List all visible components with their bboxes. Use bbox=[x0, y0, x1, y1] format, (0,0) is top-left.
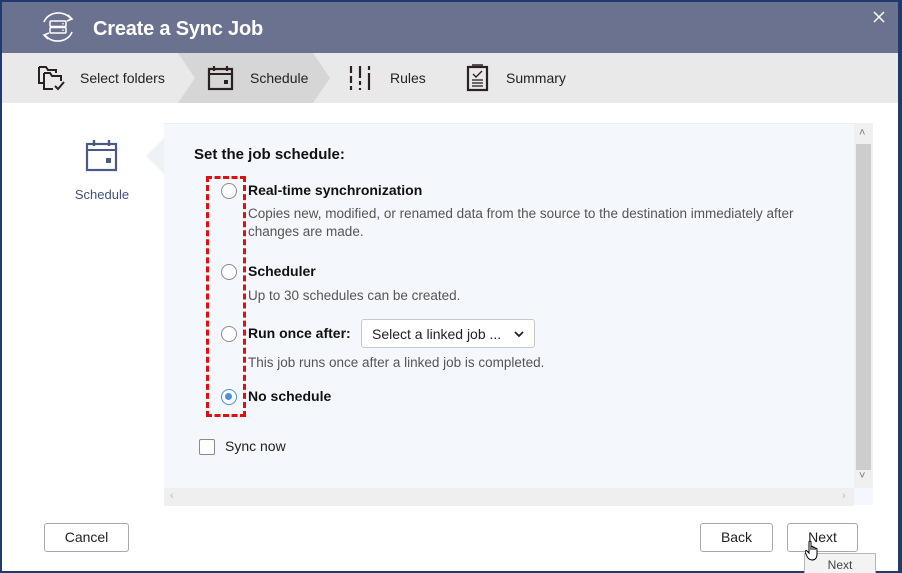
scroll-right-icon[interactable]: › bbox=[842, 490, 846, 502]
cancel-button[interactable]: Cancel bbox=[44, 523, 129, 552]
create-sync-job-dialog: Create a Sync Job Select folders Schedul… bbox=[2, 2, 898, 571]
option-description-scheduler: Up to 30 schedules can be created. bbox=[248, 288, 461, 303]
scrollbar-thumb[interactable] bbox=[856, 144, 871, 470]
scroll-left-icon[interactable]: ‹ bbox=[170, 490, 174, 502]
option-description-run-once: This job runs once after a linked job is… bbox=[248, 355, 545, 370]
chevron-down-icon bbox=[514, 331, 524, 338]
sync-server-icon bbox=[42, 12, 74, 42]
dialog-title: Create a Sync Job bbox=[93, 18, 264, 40]
step-select-folders[interactable]: Select folders bbox=[36, 53, 165, 103]
vertical-scrollbar[interactable]: ˄ ˅ bbox=[854, 124, 873, 488]
calendar-icon bbox=[85, 140, 118, 172]
option-description-realtime: Copies new, modified, or renamed data fr… bbox=[248, 206, 794, 239]
step-rules[interactable]: Rules bbox=[346, 53, 426, 103]
linked-job-select[interactable]: Select a linked job ... bbox=[361, 319, 535, 348]
option-label-realtime[interactable]: Real-time synchronization bbox=[248, 182, 422, 198]
close-icon[interactable] bbox=[870, 8, 888, 26]
option-label-scheduler[interactable]: Scheduler bbox=[248, 263, 316, 279]
section-heading: Set the job schedule: bbox=[194, 146, 345, 163]
step-summary[interactable]: Summary bbox=[462, 53, 566, 103]
clipboard-check-icon bbox=[466, 64, 489, 92]
schedule-panel: Set the job schedule: Real-time synchron… bbox=[164, 123, 873, 506]
folder-check-icon bbox=[38, 66, 65, 91]
scroll-up-icon[interactable]: ˄ bbox=[859, 127, 865, 139]
wizard-steps: Select folders Schedule Rules Summary bbox=[2, 53, 898, 103]
next-button[interactable]: Next bbox=[787, 523, 858, 552]
annotation-highlight-box bbox=[206, 176, 246, 417]
schedule-content: Set the job schedule: Real-time synchron… bbox=[164, 124, 854, 488]
calendar-icon bbox=[207, 66, 234, 91]
step-label: Summary bbox=[506, 70, 566, 86]
horizontal-scrollbar[interactable]: ‹ › bbox=[164, 488, 854, 506]
step-label: Rules bbox=[390, 70, 426, 86]
scroll-down-icon[interactable]: ˅ bbox=[859, 470, 865, 482]
option-label-no-schedule[interactable]: No schedule bbox=[248, 388, 331, 404]
sliders-icon bbox=[349, 66, 371, 90]
title-bar: Create a Sync Job bbox=[2, 2, 898, 53]
linked-job-select-value: Select a linked job ... bbox=[372, 326, 502, 342]
step-label: Select folders bbox=[80, 70, 165, 86]
sync-now-checkbox[interactable] bbox=[199, 439, 215, 455]
hand-pointer-cursor-icon bbox=[805, 540, 818, 561]
step-label: Schedule bbox=[250, 70, 309, 86]
option-label-run-once[interactable]: Run once after: bbox=[248, 325, 351, 341]
step-schedule[interactable]: Schedule bbox=[206, 53, 308, 103]
back-button[interactable]: Back bbox=[700, 523, 773, 552]
panel-pointer bbox=[146, 136, 166, 176]
sidebar-step-label: Schedule bbox=[74, 187, 130, 202]
sync-now-label[interactable]: Sync now bbox=[225, 438, 286, 454]
